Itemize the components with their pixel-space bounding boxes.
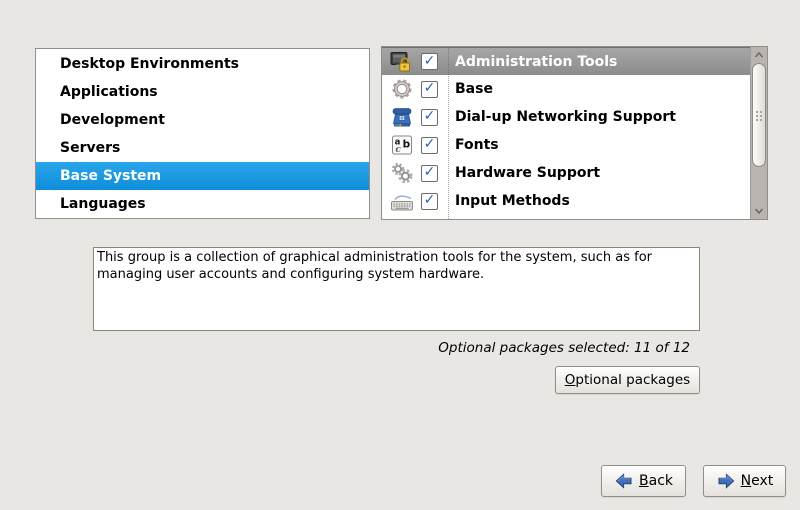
chevron-up-icon	[753, 50, 765, 60]
group-checkbox-base[interactable]: ✓	[421, 81, 438, 98]
category-list: Desktop Environments Applications Develo…	[35, 48, 370, 219]
check-icon: ✓	[424, 165, 436, 179]
telephone-icon	[390, 105, 414, 129]
group-label: Dial-up Networking Support	[449, 109, 676, 125]
gear-icon	[390, 77, 414, 101]
group-label: Administration Tools	[449, 54, 617, 70]
category-item-applications[interactable]: Applications	[36, 78, 369, 106]
category-item-base-system[interactable]: Base System	[36, 162, 369, 190]
chevron-down-icon	[753, 206, 765, 216]
group-label: Hardware Support	[449, 165, 600, 181]
scrollbar-thumb[interactable]	[752, 63, 766, 167]
group-row-input-methods[interactable]: ✓ Input Methods	[382, 187, 750, 215]
group-description: This group is a collection of graphical …	[93, 247, 700, 331]
category-label: Desktop Environments	[60, 56, 239, 72]
category-label: Development	[60, 112, 165, 128]
scrollbar-grip-icon	[755, 110, 763, 121]
group-checkbox-dialup-networking[interactable]: ✓	[421, 109, 438, 126]
check-icon: ✓	[424, 137, 436, 151]
group-row-administration-tools[interactable]: ✓ Administration Tools	[382, 47, 750, 75]
svg-text:b: b	[403, 138, 411, 150]
scroll-down-button[interactable]	[751, 203, 767, 219]
arrow-right-icon	[716, 471, 736, 491]
category-item-languages[interactable]: Languages	[36, 190, 369, 218]
svg-text:c: c	[395, 145, 401, 155]
group-row-hardware-support[interactable]: ✓ Hardware Support	[382, 159, 750, 187]
package-selection-screen: Desktop Environments Applications Develo…	[0, 0, 800, 510]
group-label: Fonts	[449, 137, 499, 153]
category-label: Base System	[60, 168, 161, 184]
admin-tools-icon	[390, 50, 414, 74]
category-label: Applications	[60, 84, 158, 100]
package-group-rows: ✓ Administration Tools ✓ Base	[382, 47, 750, 219]
optional-packages-button[interactable]: Optional packages	[555, 366, 700, 394]
group-row-dialup-networking[interactable]: ✓ Dial-up Networking Support	[382, 103, 750, 131]
arrow-left-icon	[614, 471, 634, 491]
group-checkbox-input-methods[interactable]: ✓	[421, 193, 438, 210]
group-row-fonts[interactable]: a c b ✓ Fonts	[382, 131, 750, 159]
back-button-label: Back	[639, 473, 673, 489]
scroll-up-button[interactable]	[751, 47, 767, 63]
group-label: Input Methods	[449, 193, 570, 209]
category-item-servers[interactable]: Servers	[36, 134, 369, 162]
next-button-label: Next	[741, 473, 774, 489]
group-checkbox-hardware-support[interactable]: ✓	[421, 165, 438, 182]
group-checkbox-fonts[interactable]: ✓	[421, 137, 438, 154]
fonts-icon: a c b	[390, 133, 414, 157]
back-button[interactable]: Back	[601, 465, 686, 497]
category-item-desktop-environments[interactable]: Desktop Environments	[36, 50, 369, 78]
group-label: Base	[449, 81, 493, 97]
keyboard-icon	[390, 189, 414, 213]
check-icon: ✓	[424, 81, 436, 95]
category-label: Languages	[60, 196, 146, 212]
check-icon: ✓	[424, 109, 436, 123]
check-icon: ✓	[424, 193, 436, 207]
group-checkbox-administration-tools[interactable]: ✓	[421, 53, 438, 70]
next-button[interactable]: Next	[703, 465, 786, 497]
check-icon: ✓	[424, 54, 436, 68]
optional-packages-summary: Optional packages selected: 11 of 12	[438, 340, 690, 356]
scrollbar[interactable]	[750, 47, 767, 219]
group-description-text: This group is a collection of graphical …	[97, 250, 652, 282]
group-row-base[interactable]: ✓ Base	[382, 75, 750, 103]
optional-packages-button-label: Optional packages	[565, 372, 690, 388]
package-group-list: ✓ Administration Tools ✓ Base	[381, 46, 768, 220]
gears-icon	[390, 161, 414, 185]
category-item-development[interactable]: Development	[36, 106, 369, 134]
category-label: Servers	[60, 140, 120, 156]
